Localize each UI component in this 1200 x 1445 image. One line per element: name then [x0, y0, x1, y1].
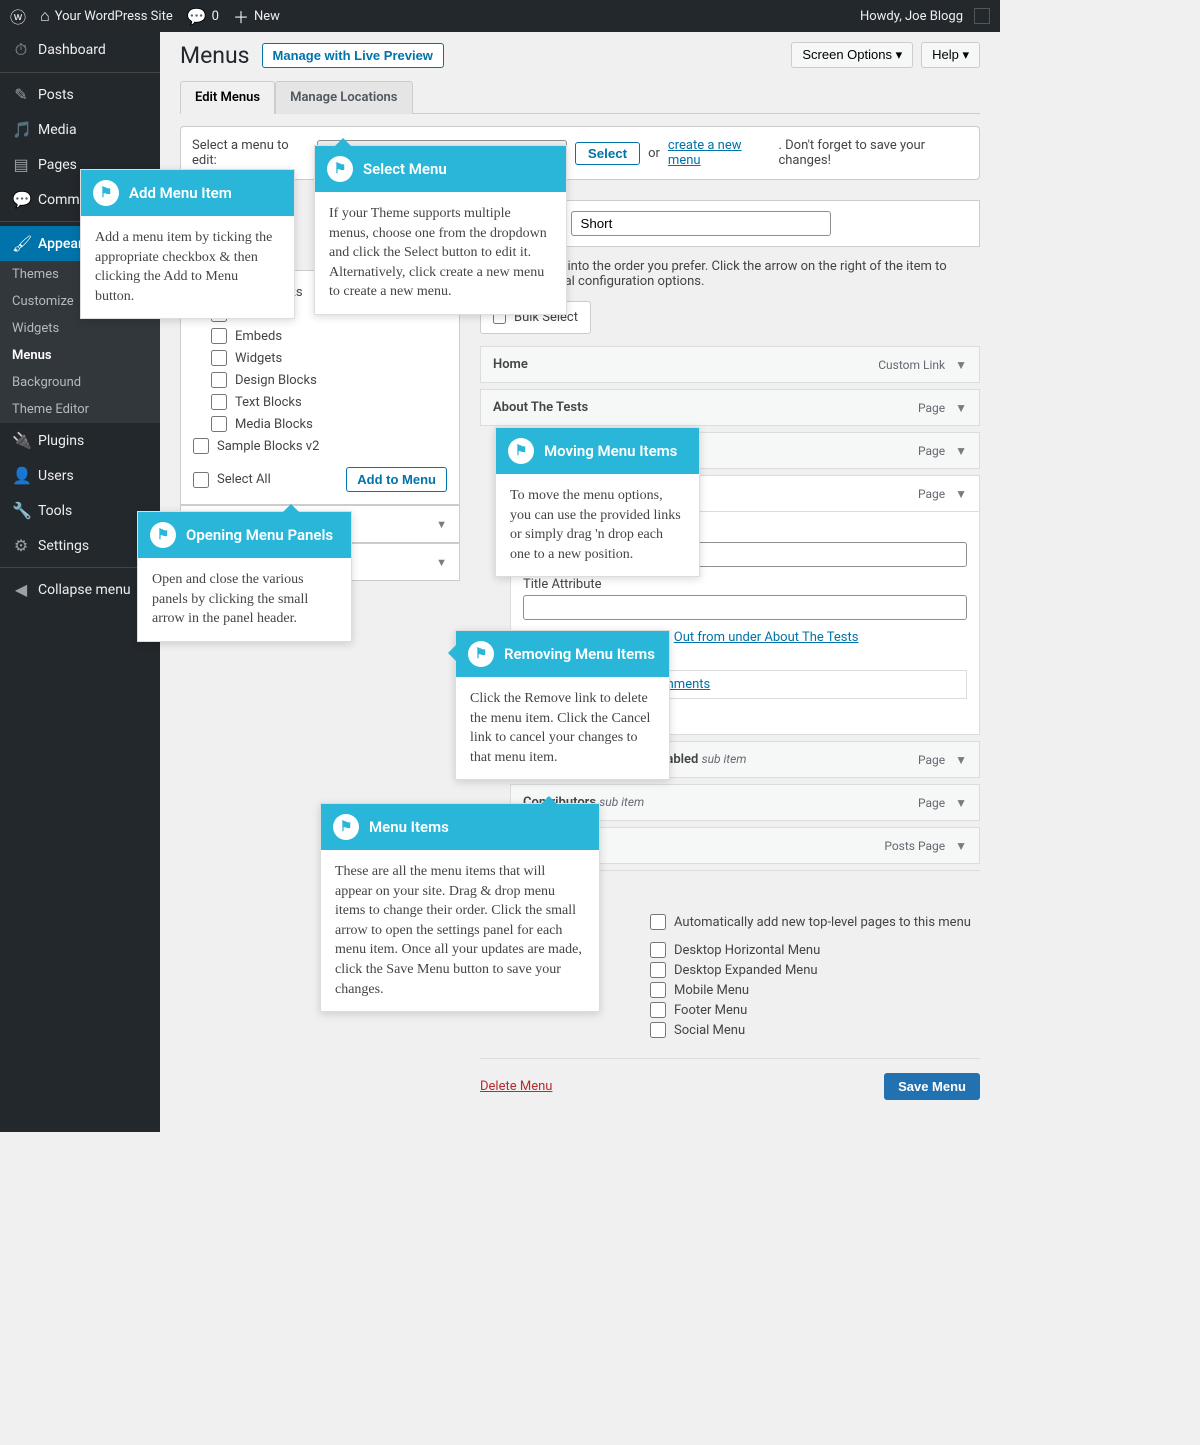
- wp-logo[interactable]: ⓦ: [10, 4, 26, 28]
- tooltip-add-menu: ⚑Add Menu Item Add a menu item by tickin…: [80, 169, 295, 319]
- tooltip-moving-items: ⚑Moving Menu Items To move the menu opti…: [495, 427, 700, 577]
- brush-icon: 🖌: [12, 234, 30, 253]
- comment-icon: 💬: [12, 190, 30, 209]
- create-menu-link[interactable]: create a new menu: [668, 138, 771, 168]
- chk-select-all[interactable]: [193, 472, 209, 488]
- menu-tabs: Edit Menus Manage Locations: [180, 81, 980, 114]
- tooltip-removing-items: ⚑Removing Menu Items Click the Remove li…: [455, 630, 670, 780]
- sub-menus[interactable]: Menus: [0, 342, 160, 369]
- save-menu-button[interactable]: Save Menu: [884, 1073, 980, 1100]
- flag-icon: ⚑: [327, 156, 353, 182]
- avatar-icon: [974, 8, 990, 24]
- chk-design[interactable]: [211, 372, 227, 388]
- menu-item[interactable]: HomeCustom Link ▼: [480, 346, 980, 383]
- chk-location[interactable]: [650, 962, 666, 978]
- add-to-menu-button[interactable]: Add to Menu: [346, 467, 447, 492]
- chk-location[interactable]: [650, 942, 666, 958]
- sidebar-item-media[interactable]: 🎵Media: [0, 112, 160, 147]
- chk-location[interactable]: [650, 982, 666, 998]
- admin-bar: ⓦ ⌂Your WordPress Site 💬0 ＋New Howdy, Jo…: [0, 0, 1000, 32]
- pages-icon: ▤: [12, 155, 30, 174]
- chk-widgets[interactable]: [211, 350, 227, 366]
- sidebar-item-plugins[interactable]: 🔌Plugins: [0, 423, 160, 458]
- new-link[interactable]: ＋New: [233, 4, 280, 28]
- sidebar-item-dashboard[interactable]: ⏱Dashboard: [0, 32, 160, 68]
- sidebar-item-tools[interactable]: 🔧Tools: [0, 493, 160, 528]
- tooltip-select-menu: ⚑Select Menu If your Theme supports mult…: [314, 145, 567, 315]
- sidebar-collapse[interactable]: ◀Collapse menu: [0, 572, 160, 607]
- plugin-icon: 🔌: [12, 431, 30, 450]
- comments-link[interactable]: 💬0: [187, 7, 219, 26]
- media-icon: 🎵: [12, 120, 30, 139]
- user-icon: 👤: [12, 466, 30, 485]
- chk-auto-add[interactable]: [650, 914, 666, 930]
- comment-icon: 💬: [187, 7, 207, 26]
- settings-icon: ⚙: [12, 536, 30, 555]
- flag-icon: ⚑: [150, 522, 176, 548]
- dashboard-icon: ⏱: [12, 40, 30, 60]
- chevron-down-icon: ▼: [436, 518, 447, 531]
- sub-background[interactable]: Background: [0, 369, 160, 396]
- sidebar-item-posts[interactable]: ✎Posts: [0, 77, 160, 112]
- flag-icon: ⚑: [93, 180, 119, 206]
- chevron-down-icon: ▼: [436, 556, 447, 569]
- help-button[interactable]: Help ▾: [921, 42, 980, 68]
- home-icon: ⌂: [40, 6, 50, 26]
- sidebar-item-settings[interactable]: ⚙Settings: [0, 528, 160, 563]
- pin-icon: ✎: [12, 85, 30, 104]
- sub-theme-editor[interactable]: Theme Editor: [0, 396, 160, 423]
- menu-select-bar: Select a menu to edit: Short (Desktop Ho…: [180, 126, 980, 180]
- title-attr-input[interactable]: [523, 595, 967, 620]
- tooltip-menu-items: ⚑Menu Items These are all the menu items…: [320, 803, 600, 1012]
- tab-manage-locations[interactable]: Manage Locations: [275, 81, 412, 114]
- move-out-link[interactable]: Out from under About The Tests: [674, 630, 859, 645]
- menu-name-input[interactable]: [571, 211, 831, 236]
- screen-options-button[interactable]: Screen Options ▾: [791, 42, 913, 68]
- flag-icon: ⚑: [468, 641, 494, 667]
- wrench-icon: 🔧: [12, 501, 30, 520]
- chk-media[interactable]: [211, 416, 227, 432]
- wordpress-icon: ⓦ: [10, 4, 26, 28]
- or-text: or: [648, 146, 660, 161]
- flag-icon: ⚑: [508, 438, 534, 464]
- collapse-icon: ◀: [12, 580, 30, 599]
- tab-edit-menus[interactable]: Edit Menus: [180, 81, 275, 114]
- select-label: Select a menu to edit:: [192, 138, 309, 168]
- delete-menu-link[interactable]: Delete Menu: [480, 1079, 552, 1094]
- plus-icon: ＋: [233, 4, 249, 28]
- flag-icon: ⚑: [333, 814, 359, 840]
- chk-location[interactable]: [650, 1022, 666, 1038]
- chk-location[interactable]: [650, 1002, 666, 1018]
- menu-item[interactable]: About The TestsPage ▼: [480, 389, 980, 426]
- site-link[interactable]: ⌂Your WordPress Site: [40, 6, 173, 26]
- select-button[interactable]: Select: [575, 142, 640, 165]
- tooltip-opening-panels: ⚑Opening Menu Panels Open and close the …: [137, 511, 352, 642]
- page-title: Menus: [180, 42, 250, 69]
- howdy-link[interactable]: Howdy, Joe Blogg: [860, 8, 990, 24]
- live-preview-button[interactable]: Manage with Live Preview: [262, 43, 444, 68]
- sidebar-item-users[interactable]: 👤Users: [0, 458, 160, 493]
- chk-text[interactable]: [211, 394, 227, 410]
- chk-embeds[interactable]: [211, 328, 227, 344]
- chk-sample-v2[interactable]: [193, 438, 209, 454]
